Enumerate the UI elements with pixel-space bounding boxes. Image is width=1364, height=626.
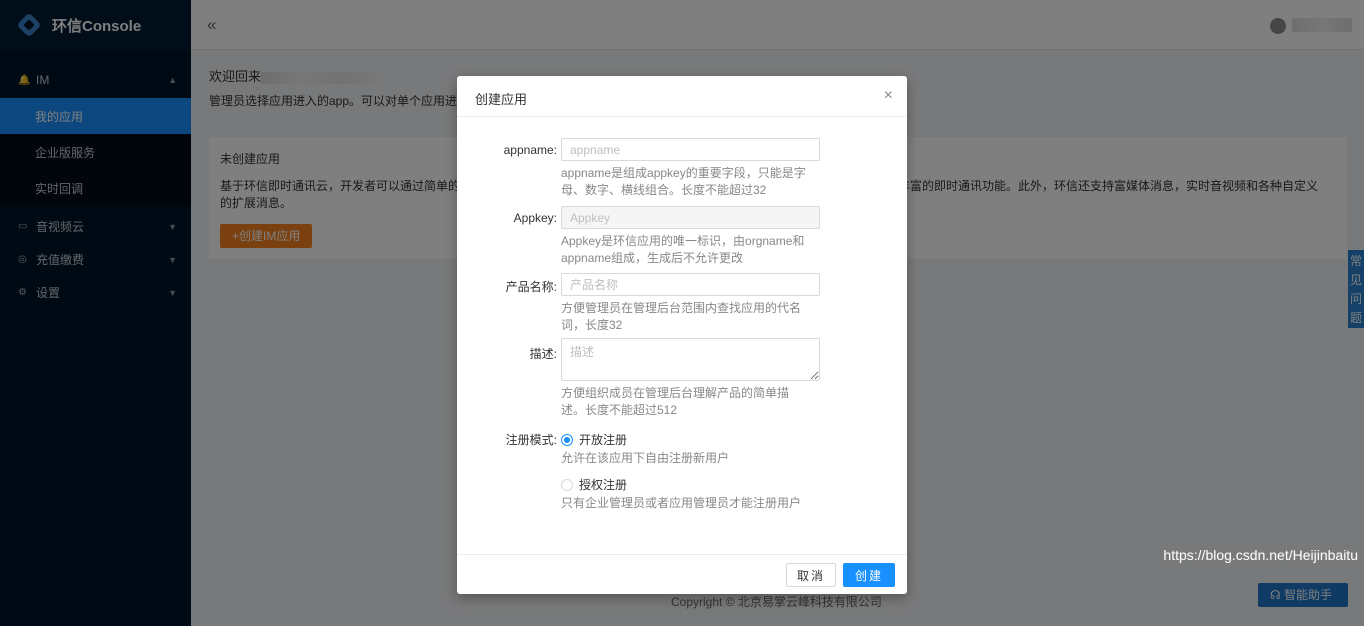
cancel-button[interactable]: 取消 — [786, 563, 836, 587]
radio-open-label: 开放注册 — [579, 433, 628, 447]
product-name-input[interactable] — [561, 273, 820, 296]
dialog-header: 创建应用 × — [457, 76, 907, 117]
appname-input[interactable] — [561, 138, 820, 161]
open-registration-help: 允许在该应用下自由注册新用户 — [561, 451, 730, 465]
create-button[interactable]: 创建 — [843, 563, 895, 587]
radio-unchecked-icon — [561, 478, 573, 491]
appname-label: appname: — [503, 143, 557, 157]
create-app-dialog: 创建应用 × appname: appname是组成appkey的重要字段，只能… — [457, 76, 907, 594]
dialog-title: 创建应用 — [475, 92, 528, 107]
description-textarea[interactable] — [561, 338, 820, 381]
watermark: https://blog.csdn.net/Heijinbaitu — [1163, 547, 1358, 563]
registration-mode-label: 注册模式: — [505, 433, 557, 447]
dialog-footer: 取消 创建 — [457, 554, 907, 594]
product-name-label: 产品名称: — [505, 280, 557, 294]
appname-help: appname是组成appkey的重要字段，只能是字母、数字、横线组合。长度不能… — [561, 166, 806, 197]
radio-checked-icon — [561, 433, 573, 446]
description-label: 描述: — [529, 347, 557, 361]
product-name-help: 方便管理员在管理后台范围内查找应用的代名词，长度32 — [561, 301, 802, 332]
appkey-label: Appkey: — [513, 211, 557, 225]
description-help: 方便组织成员在管理后台理解产品的简单描述。长度不能超过512 — [561, 386, 790, 417]
appkey-input — [561, 206, 820, 229]
authorized-registration-help: 只有企业管理员或者应用管理员才能注册用户 — [561, 496, 802, 510]
radio-open-registration[interactable]: 开放注册 — [561, 431, 627, 448]
radio-auth-label: 授权注册 — [579, 478, 628, 492]
close-icon[interactable]: × — [884, 87, 893, 105]
appkey-help: Appkey是环信应用的唯一标识，由orgname和appname组成，生成后不… — [561, 234, 805, 265]
radio-authorized-registration[interactable]: 授权注册 — [561, 476, 627, 493]
